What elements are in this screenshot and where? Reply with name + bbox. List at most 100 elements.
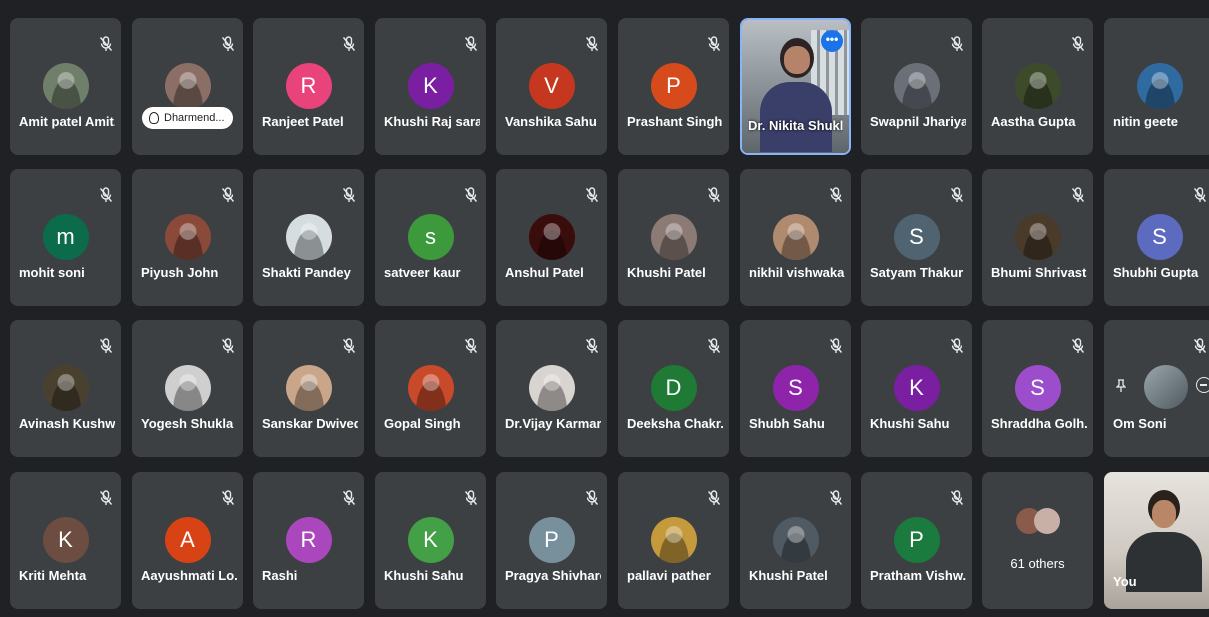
- mic-off-icon: [342, 338, 356, 353]
- participant-name: Bhumi Shrivast...: [991, 265, 1087, 280]
- avatar: [650, 214, 697, 260]
- participant-name: Swapnil Jhariya: [870, 114, 966, 129]
- participant-tile[interactable]: pallavi pather: [618, 472, 729, 609]
- mic-off-icon: [707, 338, 721, 353]
- participant-tile[interactable]: Swapnil Jhariya: [861, 18, 972, 155]
- participant-tile[interactable]: m mohit soni: [10, 169, 121, 306]
- participant-tile[interactable]: Shakti Pandey: [253, 169, 364, 306]
- participant-tile[interactable]: R Rashi: [253, 472, 364, 609]
- pin-icon[interactable]: [1116, 379, 1126, 393]
- participant-tile[interactable]: A Aayushmati Lo...: [132, 472, 243, 609]
- participant-name: satveer kaur: [384, 265, 461, 280]
- mic-off-icon: [585, 338, 599, 353]
- participant-tile[interactable]: Piyush John: [132, 169, 243, 306]
- participant-name: Piyush John: [141, 265, 219, 280]
- participant-tile[interactable]: K Khushi Sahu: [375, 472, 486, 609]
- mic-off-icon: [950, 490, 964, 505]
- participant-tile[interactable]: Amit patel Amit...: [10, 18, 121, 155]
- avatar-letter: S: [909, 224, 924, 249]
- participant-tile[interactable]: s satveer kaur: [375, 169, 486, 306]
- participant-tile[interactable]: Anshul Patel: [496, 169, 607, 306]
- mic-off-icon: [707, 187, 721, 202]
- avatar-letter: P: [909, 527, 924, 552]
- participant-name: Pragya Shivhare: [505, 568, 601, 583]
- avatar: s: [407, 214, 454, 260]
- participant-tile[interactable]: Dr.Vijay Karmar...: [496, 320, 607, 457]
- mic-off-icon: [221, 490, 235, 505]
- participant-name: Prashant Singh: [627, 114, 723, 129]
- avatar-letter: K: [423, 527, 438, 552]
- participant-tile[interactable]: Bhumi Shrivast...: [982, 169, 1093, 306]
- avatar: A: [164, 517, 211, 563]
- participant-name: Shubh Sahu: [749, 416, 825, 431]
- mic-off-icon: [99, 36, 113, 51]
- participant-tile[interactable]: You: [1104, 472, 1209, 609]
- participant-tile[interactable]: Aastha Gupta: [982, 18, 1093, 155]
- participant-tile[interactable]: Avinash Kushw...: [10, 320, 121, 457]
- participant-tile[interactable]: V Vanshika Sahu: [496, 18, 607, 155]
- participant-tile[interactable]: K Khushi Sahu: [861, 320, 972, 457]
- participant-tile[interactable]: nikhil vishwaka...: [740, 169, 851, 306]
- avatar-letter: A: [180, 527, 195, 552]
- avatar: [1136, 63, 1183, 109]
- participant-tile[interactable]: Yogesh Shukla: [132, 320, 243, 457]
- participant-name: Khushi Sahu: [384, 568, 464, 583]
- avatar: P: [650, 63, 697, 109]
- avatar: R: [285, 517, 332, 563]
- avatar: [164, 365, 211, 411]
- participant-name: Kriti Mehta: [19, 568, 87, 583]
- avatar: K: [893, 365, 940, 411]
- mic-off-icon: [99, 490, 113, 505]
- participant-tile[interactable]: K Kriti Mehta: [10, 472, 121, 609]
- participant-tile[interactable]: ••• Dr. Nikita Shukla: [740, 18, 851, 155]
- participant-tile[interactable]: Gopal Singh: [375, 320, 486, 457]
- participant-tile[interactable]: P Prashant Singh: [618, 18, 729, 155]
- participant-tile[interactable]: S Shubh Sahu: [740, 320, 851, 457]
- avatar-letter: R: [300, 73, 317, 98]
- participant-name: Aastha Gupta: [991, 114, 1076, 129]
- participant-tile[interactable]: Om Soni: [1104, 320, 1209, 457]
- avatar: [1014, 214, 1061, 260]
- participant-tile[interactable]: Khushi Patel: [740, 472, 851, 609]
- participant-tile[interactable]: Sanskar Dwivedi: [253, 320, 364, 457]
- avatar-letter: s: [425, 224, 436, 249]
- remove-icon[interactable]: [1196, 377, 1209, 393]
- participant-name: pallavi pather: [627, 568, 711, 583]
- mic-off-icon: [342, 36, 356, 51]
- participant-name: Pratham Vishw...: [870, 568, 966, 583]
- participant-tile[interactable]: S Satyam Thakur: [861, 169, 972, 306]
- mic-off-icon: [950, 36, 964, 51]
- avatar-letter: K: [58, 527, 73, 552]
- participant-tile[interactable]: Dharmend...: [132, 18, 243, 155]
- participant-tile[interactable]: S Shraddha Golh...: [982, 320, 1093, 457]
- mic-off-icon: [221, 338, 235, 353]
- mic-off-icon: [464, 338, 478, 353]
- avatar: [650, 517, 697, 563]
- participant-name: Avinash Kushw...: [19, 416, 115, 431]
- others-count[interactable]: 61 others: [982, 556, 1093, 571]
- avatar-letter: S: [1030, 375, 1045, 400]
- participant-tile[interactable]: R Ranjeet Patel: [253, 18, 364, 155]
- participant-tile[interactable]: P Pragya Shivhare: [496, 472, 607, 609]
- participant-tile[interactable]: P Pratham Vishw...: [861, 472, 972, 609]
- participant-tile[interactable]: D Deeksha Chakr...: [618, 320, 729, 457]
- tile-hover-controls: [1110, 365, 1209, 411]
- participant-tile[interactable]: Khushi Patel: [618, 169, 729, 306]
- mic-off-icon: [464, 36, 478, 51]
- participant-tile[interactable]: 61 others: [982, 472, 1093, 609]
- participant-tile[interactable]: K Khushi Raj saraf: [375, 18, 486, 155]
- more-options-icon[interactable]: •••: [821, 30, 843, 52]
- participant-name: Amit patel Amit...: [19, 114, 115, 129]
- participant-tile[interactable]: nitin geete: [1104, 18, 1209, 155]
- avatar: [407, 365, 454, 411]
- participant-tile[interactable]: S Shubhi Gupta: [1104, 169, 1209, 306]
- avatar: [528, 365, 575, 411]
- participant-grid: Amit patel Amit... Dharmend... R Ranjeet Pa…: [0, 0, 1209, 617]
- participant-name: Vanshika Sahu: [505, 114, 597, 129]
- mic-off-icon: [342, 490, 356, 505]
- avatar: [772, 214, 819, 260]
- avatar-letter: P: [544, 527, 559, 552]
- mic-off-icon: [99, 338, 113, 353]
- avatar: [285, 365, 332, 411]
- mic-off-icon: [829, 187, 843, 202]
